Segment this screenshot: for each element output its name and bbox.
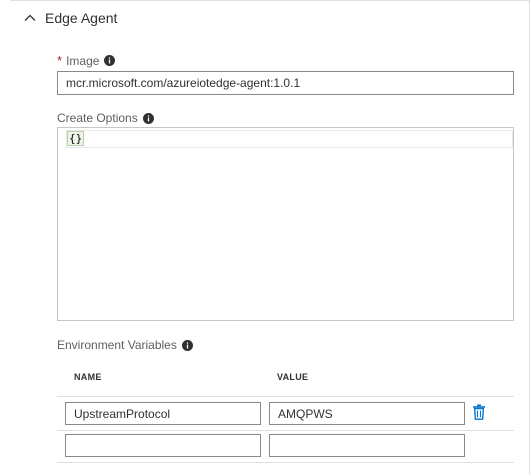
- info-icon[interactable]: [181, 339, 193, 351]
- section-title: Edge Agent: [45, 10, 118, 26]
- column-header-value: VALUE: [277, 372, 309, 382]
- env-value-input[interactable]: AMQPWS: [269, 402, 465, 425]
- env-vars-label: Environment Variables: [57, 338, 177, 352]
- editor-code[interactable]: {}: [66, 131, 85, 146]
- info-icon[interactable]: [142, 112, 154, 124]
- env-value-input[interactable]: [269, 434, 465, 457]
- top-divider: [10, 0, 530, 1]
- create-options-label: Create Options: [57, 111, 138, 125]
- create-options-label-row: Create Options: [57, 111, 154, 125]
- env-name-input[interactable]: UpstreamProtocol: [65, 402, 261, 425]
- trash-icon[interactable]: [472, 404, 486, 420]
- create-options-editor[interactable]: {}: [57, 127, 514, 321]
- section-header-edge-agent[interactable]: Edge Agent: [22, 10, 117, 26]
- env-name-input[interactable]: [65, 434, 261, 457]
- chevron-up-icon[interactable]: [22, 10, 38, 26]
- image-input[interactable]: mcr.microsoft.com/azureiotedge-agent:1.0…: [57, 71, 514, 95]
- table-divider: [57, 462, 514, 463]
- required-marker: *: [57, 53, 63, 68]
- table-divider: [57, 396, 514, 397]
- env-vars-label-row: Environment Variables: [57, 338, 193, 352]
- editor-current-line: [66, 130, 513, 148]
- column-header-name: NAME: [74, 372, 102, 382]
- info-icon[interactable]: [104, 55, 116, 66]
- image-label: Image: [66, 53, 100, 68]
- table-divider: [57, 430, 514, 431]
- image-label-row: * Image: [57, 53, 116, 68]
